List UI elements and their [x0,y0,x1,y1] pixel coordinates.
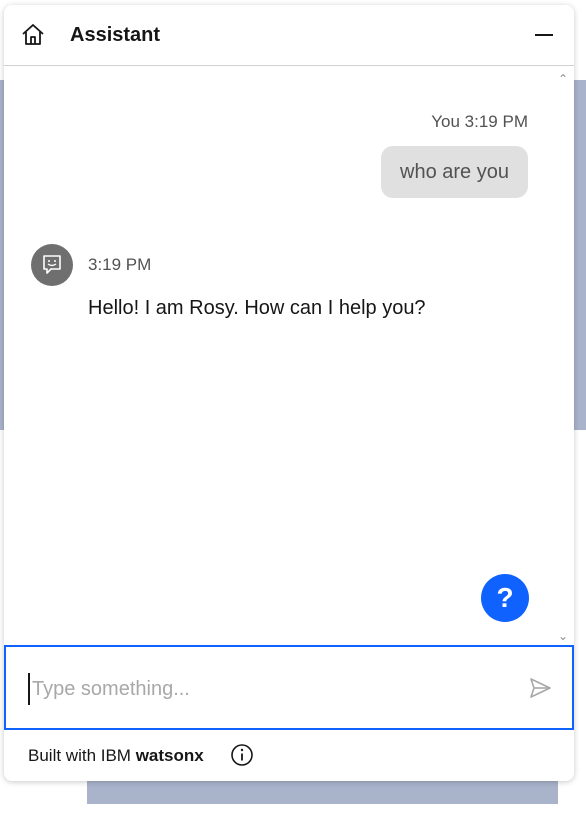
bot-message-text: Hello! I am Rosy. How can I help you? [88,297,426,319]
minimize-icon [535,34,553,36]
send-button[interactable] [526,674,554,702]
built-with-text: Built with IBM watsonx [28,746,204,766]
user-message-meta: You 3:19 PM [431,112,528,131]
home-icon [22,24,44,45]
help-button[interactable]: ? [481,574,529,622]
message-input-area [4,645,574,730]
header: Assistant [4,5,574,66]
footer: Built with IBM watsonx [4,730,574,781]
scroll-down-icon[interactable]: ⌄ [558,629,568,643]
bot-avatar-icon [43,255,61,274]
bot-avatar [31,244,73,286]
minimize-button[interactable] [530,21,558,49]
user-message-bubble: who are you [381,146,528,198]
watsonx-brand: watsonx [135,746,204,765]
home-button[interactable] [20,22,46,48]
info-icon [231,744,253,766]
assistant-title: Assistant [70,24,161,46]
message-input[interactable] [28,673,504,705]
info-button[interactable] [230,743,254,767]
bot-message-time: 3:19 PM [88,255,152,274]
chat-log[interactable]: ⌃ You 3:19 PM who are you 3:19 PM Hello!… [4,66,574,645]
send-icon [530,678,551,698]
built-with-prefix: Built with IBM [28,746,136,765]
assistant-widget: Assistant ⌃ You 3:19 PM who are you 3:19… [4,5,574,781]
scroll-up-icon[interactable]: ⌃ [558,72,568,86]
